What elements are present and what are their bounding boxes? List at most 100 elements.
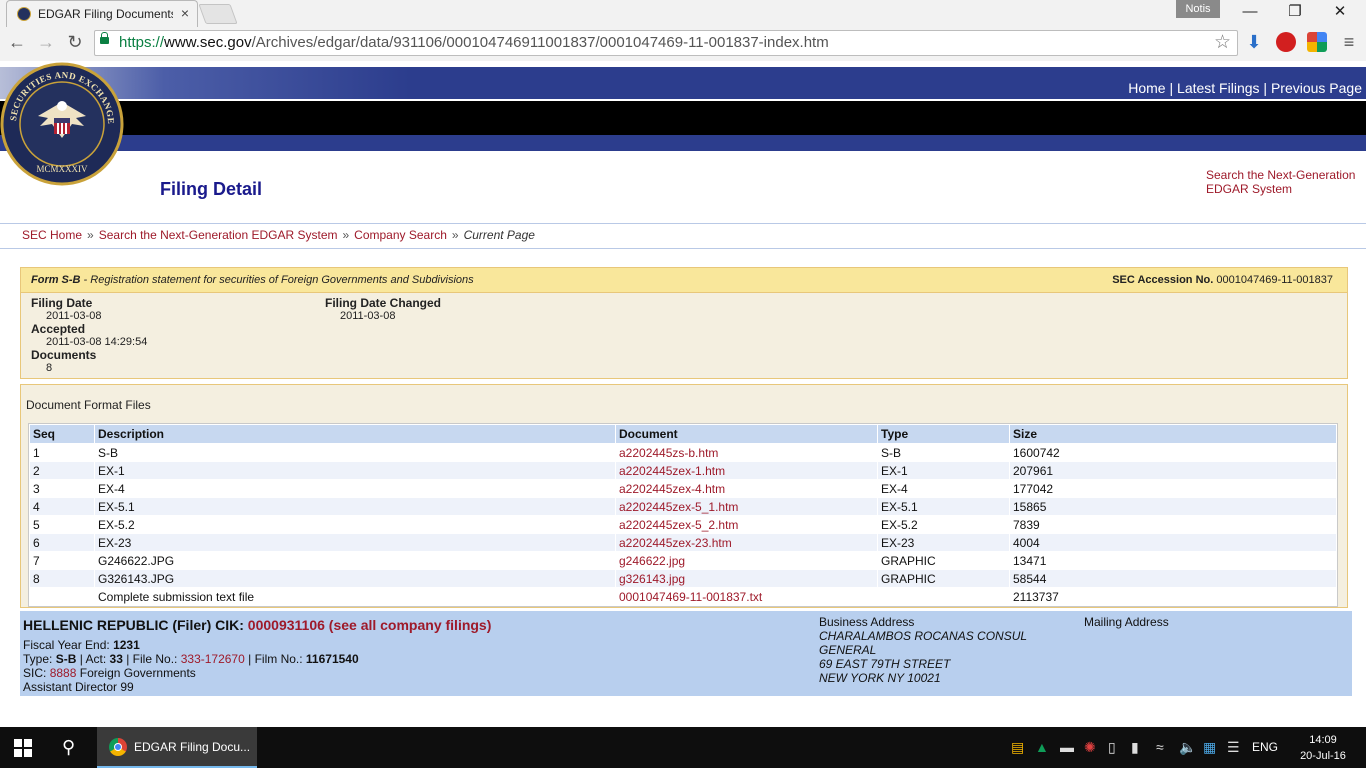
type-cell: GRAPHIC bbox=[881, 553, 936, 568]
browser-tab[interactable]: EDGAR Filing Documents × bbox=[6, 0, 198, 27]
breadcrumb-next-gen-search[interactable]: Search the Next-Generation EDGAR System bbox=[99, 228, 338, 242]
minimize-icon[interactable]: — bbox=[1230, 2, 1270, 22]
document-link[interactable]: g326143.jpg bbox=[619, 572, 685, 586]
document-link[interactable]: g246622.jpg bbox=[619, 554, 685, 568]
search-icon[interactable]: ⚲ bbox=[62, 737, 75, 758]
reload-icon[interactable]: ↻ bbox=[64, 31, 86, 53]
business-address-line: CHARALAMBOS ROCANAS CONSUL bbox=[819, 629, 1028, 643]
close-window-icon[interactable]: ✕ bbox=[1320, 2, 1360, 22]
documents-group: Documents 8 bbox=[31, 348, 96, 374]
col-seq-header: Seq bbox=[30, 425, 94, 443]
language-indicator[interactable]: ENG bbox=[1252, 740, 1278, 754]
top-nav: Home | Latest Filings | Previous Page bbox=[1128, 80, 1362, 96]
breadcrumb-company-search[interactable]: Company Search bbox=[354, 228, 447, 242]
all-company-filings-link[interactable]: (see all company filings) bbox=[329, 617, 492, 633]
battery-tray-icon[interactable]: ▮ bbox=[1131, 739, 1139, 756]
network-tray-icon[interactable]: ▦ bbox=[1203, 739, 1216, 756]
document-link[interactable]: a2202445zex-1.htm bbox=[619, 464, 725, 478]
cik-link[interactable]: 0000931106 bbox=[248, 617, 325, 633]
size-cell: 7839 bbox=[1013, 517, 1040, 532]
nav-previous-page-link[interactable]: Previous Page bbox=[1271, 80, 1362, 96]
document-link[interactable]: a2202445zex-5_2.htm bbox=[619, 518, 738, 532]
document-link[interactable]: a2202445zex-4.htm bbox=[619, 482, 725, 496]
document-cell: a2202445zex-23.htm bbox=[616, 534, 877, 551]
file-number-link[interactable]: 333-172670 bbox=[181, 652, 245, 666]
clock[interactable]: 14:09 20-Jul-16 bbox=[1296, 732, 1350, 764]
nav-home-link[interactable]: Home bbox=[1128, 80, 1165, 96]
antivirus-tray-icon[interactable]: ✺ bbox=[1084, 739, 1096, 756]
fiscal-year-end: Fiscal Year End: 1231 bbox=[23, 638, 140, 652]
document-cell: g326143.jpg bbox=[616, 570, 877, 587]
size-cell: 1600742 bbox=[1013, 445, 1060, 460]
windows-taskbar: ⚲ EDGAR Filing Docu... ▤ ▲ ▬ ✺ ▯ ▮ ≈ 🔈 ▦… bbox=[0, 727, 1366, 768]
address-bar[interactable]: https://www.sec.gov/Archives/edgar/data/… bbox=[94, 30, 1238, 56]
mailing-address-label: Mailing Address bbox=[1084, 615, 1169, 629]
table-row: 7 G246622.JPG g246622.jpg GRAPHIC 13471 bbox=[30, 552, 1336, 569]
tab-close-icon[interactable]: × bbox=[181, 5, 189, 21]
sec-seal-logo[interactable]: SECURITIES AND EXCHANGE COMMISSION MCMXX… bbox=[0, 62, 124, 186]
clock-date: 20-Jul-16 bbox=[1300, 750, 1346, 762]
description-cell: Complete submission text file bbox=[98, 589, 255, 604]
divider bbox=[0, 223, 1366, 224]
documents-table: Seq Description Document Type Size 1 S-B… bbox=[28, 423, 1338, 607]
taskbar-chrome-app[interactable]: EDGAR Filing Docu... bbox=[97, 727, 257, 768]
form-header: Form S-B - Registration statement for se… bbox=[21, 268, 1347, 293]
breadcrumb: SEC Home» Search the Next-Generation EDGA… bbox=[22, 228, 535, 242]
nav-separator: | bbox=[1169, 80, 1174, 96]
accepted-value: 2011-03-08 14:29:54 bbox=[46, 336, 148, 348]
tab-title: EDGAR Filing Documents bbox=[38, 7, 173, 21]
menu-icon[interactable]: ≡ bbox=[1338, 31, 1360, 53]
nav-latest-filings-link[interactable]: Latest Filings bbox=[1177, 80, 1259, 96]
seq-cell: 8 bbox=[30, 570, 94, 587]
chrome-icon bbox=[109, 738, 127, 756]
nav-separator: | bbox=[1263, 80, 1268, 96]
breadcrumb-current: Current Page bbox=[463, 228, 535, 242]
windows-start-icon[interactable] bbox=[14, 739, 32, 757]
wifi-tray-icon[interactable]: ≈ bbox=[1156, 739, 1164, 755]
company-info: HELLENIC REPUBLIC (Filer) CIK: 000093110… bbox=[20, 611, 1352, 696]
forward-icon[interactable]: → bbox=[35, 31, 57, 53]
download-extension-icon[interactable]: ⬇ bbox=[1244, 32, 1264, 52]
breadcrumb-sec-home[interactable]: SEC Home bbox=[22, 228, 82, 242]
new-tab-button[interactable] bbox=[198, 4, 238, 24]
volume-tray-icon[interactable]: 🔈 bbox=[1179, 739, 1196, 756]
business-address-line: GENERAL bbox=[819, 643, 877, 657]
usb-tray-icon[interactable]: ▯ bbox=[1108, 739, 1116, 756]
document-link[interactable]: 0001047469-11-001837.txt bbox=[619, 590, 762, 604]
type-cell: S-B bbox=[881, 445, 902, 460]
header-stripe bbox=[0, 135, 1366, 151]
sic-code: SIC: 8888 Foreign Governments bbox=[23, 666, 196, 680]
filing-date-label: Filing Date bbox=[31, 296, 93, 310]
bookmark-star-icon[interactable]: ☆ bbox=[1214, 31, 1231, 54]
document-link[interactable]: a2202445zs-b.htm bbox=[619, 446, 718, 460]
header-banner: Home | Latest Filings | Previous Page bbox=[0, 67, 1366, 99]
table-row: 8 G326143.JPG g326143.jpg GRAPHIC 58544 bbox=[30, 570, 1336, 587]
document-format-files-box: Document Format Files Seq Description Do… bbox=[20, 384, 1348, 608]
restore-icon[interactable]: ❐ bbox=[1275, 2, 1315, 22]
url-text[interactable]: https://www.sec.gov/Archives/edgar/data/… bbox=[119, 34, 829, 51]
web-page: Home | Latest Filings | Previous Page U.… bbox=[0, 61, 1366, 727]
document-link[interactable]: a2202445zex-5_1.htm bbox=[619, 500, 738, 514]
chart-tray-icon[interactable]: ▤ bbox=[1011, 739, 1024, 756]
document-link[interactable]: a2202445zex-23.htm bbox=[619, 536, 732, 550]
filing-date-value: 2011-03-08 bbox=[46, 310, 102, 322]
type-cell: EX-5.2 bbox=[881, 517, 918, 532]
next-gen-edgar-link[interactable]: Search the Next-Generation EDGAR System bbox=[1206, 168, 1361, 196]
device-tray-icon[interactable]: ▬ bbox=[1060, 739, 1074, 755]
description-cell: EX-5.2 bbox=[98, 517, 135, 532]
description-cell: G326143.JPG bbox=[95, 570, 615, 587]
accepted-group: Accepted 2011-03-08 14:29:54 bbox=[31, 322, 147, 348]
size-cell: 177042 bbox=[1013, 481, 1054, 496]
divider bbox=[0, 248, 1366, 249]
opera-extension-icon[interactable] bbox=[1276, 32, 1296, 52]
back-icon[interactable]: ← bbox=[6, 31, 28, 53]
col-document-header: Document bbox=[616, 425, 877, 443]
documents-count: 8 bbox=[46, 362, 53, 374]
notifications-tray-icon[interactable]: ☰ bbox=[1227, 739, 1240, 756]
table-row: Complete submission text file 0001047469… bbox=[30, 588, 1336, 605]
sic-link[interactable]: 8888 bbox=[50, 666, 77, 680]
google-extension-icon[interactable] bbox=[1307, 32, 1327, 52]
size-cell: 15865 bbox=[1010, 498, 1336, 515]
profile-button[interactable]: Notis bbox=[1176, 0, 1220, 18]
drive-tray-icon[interactable]: ▲ bbox=[1035, 739, 1049, 755]
